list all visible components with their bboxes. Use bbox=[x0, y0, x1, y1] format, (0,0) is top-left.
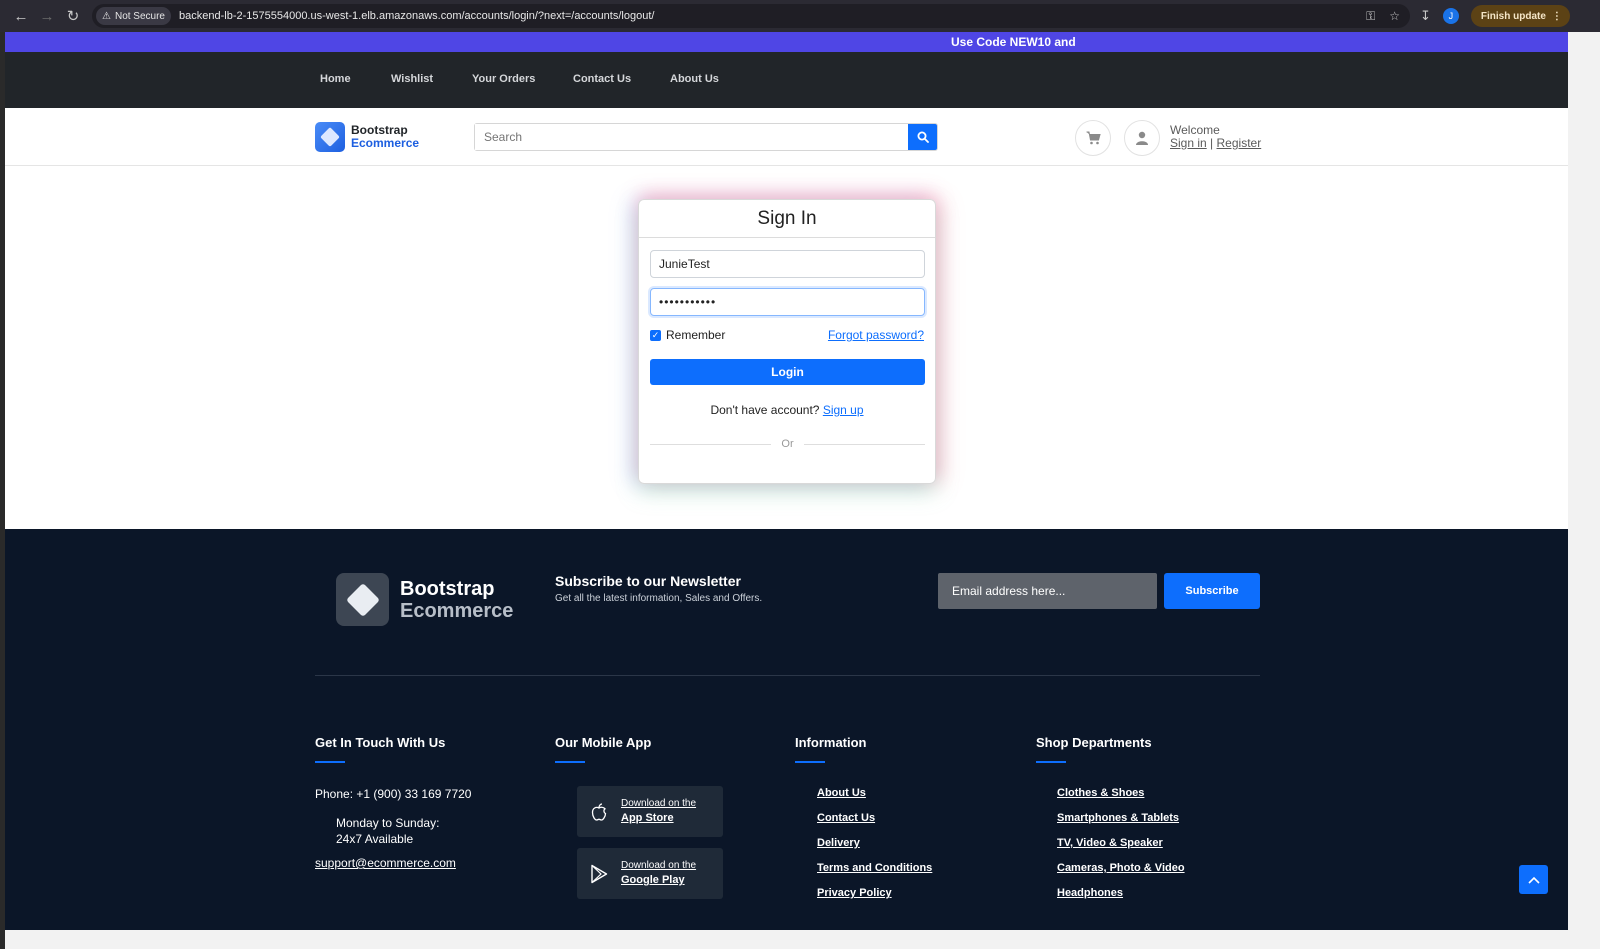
contact-hours: Monday to Sunday: 24x7 Available bbox=[336, 816, 440, 846]
search-button[interactable] bbox=[908, 124, 937, 150]
apple-icon bbox=[577, 802, 621, 821]
search-bar bbox=[474, 123, 938, 151]
department-link-headphones[interactable]: Headphones bbox=[1057, 887, 1123, 899]
forgot-password-link[interactable]: Forgot password? bbox=[828, 328, 924, 342]
subscribe-button[interactable]: Subscribe bbox=[1164, 573, 1260, 609]
google-play-button[interactable]: Download on the Google Play bbox=[577, 848, 723, 899]
password-field[interactable]: ••••••••••• bbox=[650, 288, 925, 316]
promo-text: Use Code NEW10 and g bbox=[951, 35, 1077, 49]
contact-email-link[interactable]: support@ecommerce.com bbox=[315, 856, 456, 870]
or-divider: Or bbox=[650, 438, 926, 450]
footer-link-privacy[interactable]: Privacy Policy bbox=[817, 887, 892, 899]
scroll-to-top-button[interactable] bbox=[1519, 865, 1548, 894]
sign-in-card: Sign In JunieTest ••••••••••• ✓ Remember… bbox=[638, 199, 936, 484]
chevron-up-icon bbox=[1527, 876, 1540, 884]
browser-toolbar: ← → ↻ ⚠ Not Secure backend-lb-2-15755540… bbox=[0, 0, 1600, 32]
more-vert-icon: ⋮ bbox=[1551, 10, 1562, 22]
warning-icon: ⚠ bbox=[102, 10, 111, 22]
department-link-clothes[interactable]: Clothes & Shoes bbox=[1057, 787, 1144, 799]
username-field[interactable]: JunieTest bbox=[650, 250, 925, 278]
site-header: Bootstrap Ecommerce Search Welcome Sign … bbox=[5, 108, 1568, 166]
remember-row: ✓ Remember bbox=[650, 328, 725, 342]
departments-title: Shop Departments bbox=[1036, 735, 1152, 750]
remember-checkbox[interactable]: ✓ bbox=[650, 329, 661, 341]
title-underline bbox=[1036, 761, 1066, 763]
sign-up-link[interactable]: Sign up bbox=[823, 403, 864, 417]
address-bar[interactable]: ⚠ Not Secure backend-lb-2-1575554000.us-… bbox=[92, 4, 1410, 28]
nav-your-orders[interactable]: Your Orders bbox=[472, 73, 535, 85]
nav-about-us[interactable]: About Us bbox=[670, 73, 719, 85]
search-icon bbox=[917, 131, 929, 143]
mobile-app-title: Our Mobile App bbox=[555, 735, 652, 750]
signup-prompt: Don't have account? Sign up bbox=[710, 403, 864, 417]
star-icon[interactable]: ☆ bbox=[1389, 9, 1400, 23]
nav-home[interactable]: Home bbox=[320, 73, 351, 85]
nav-contact-us[interactable]: Contact Us bbox=[573, 73, 631, 85]
sign-in-title: Sign In bbox=[639, 200, 935, 238]
site-logo[interactable]: Bootstrap Ecommerce bbox=[315, 122, 419, 152]
sign-in-link[interactable]: Sign in bbox=[1170, 136, 1207, 150]
nav-wishlist[interactable]: Wishlist bbox=[391, 73, 433, 85]
web-page: Use Code NEW10 and g Home Wishlist Your … bbox=[5, 32, 1568, 930]
newsletter-title: Subscribe to our Newsletter bbox=[555, 573, 741, 589]
finish-update-button[interactable]: Finish update ⋮ bbox=[1470, 5, 1570, 27]
cart-button[interactable] bbox=[1075, 120, 1111, 156]
account-button[interactable] bbox=[1124, 120, 1160, 156]
site-footer: Bootstrap Ecommerce Subscribe to our New… bbox=[5, 529, 1568, 930]
information-title: Information bbox=[795, 735, 867, 750]
key-icon[interactable]: ⚿ bbox=[1366, 9, 1375, 24]
logo-icon bbox=[315, 122, 345, 152]
cart-icon bbox=[1086, 131, 1101, 145]
footer-link-delivery[interactable]: Delivery bbox=[817, 837, 860, 849]
security-indicator[interactable]: ⚠ Not Secure bbox=[96, 7, 171, 25]
footer-link-about-us[interactable]: About Us bbox=[817, 787, 866, 799]
welcome-block: Welcome Sign in | Register bbox=[1170, 124, 1261, 150]
department-link-cameras[interactable]: Cameras, Photo & Video bbox=[1057, 862, 1185, 874]
remember-label: Remember bbox=[666, 328, 726, 342]
play-icon bbox=[577, 864, 621, 884]
department-link-tv[interactable]: TV, Video & Speaker bbox=[1057, 837, 1163, 849]
forward-icon[interactable]: → bbox=[34, 3, 60, 29]
contact-phone: Phone: +1 (900) 33 169 7720 bbox=[315, 787, 472, 801]
contact-title: Get In Touch With Us bbox=[315, 735, 446, 750]
download-icon[interactable]: ↧ bbox=[1420, 8, 1431, 24]
newsletter-subtitle: Get all the latest information, Sales an… bbox=[555, 593, 763, 604]
promo-bar: Use Code NEW10 and g bbox=[5, 32, 1568, 52]
url-text[interactable]: backend-lb-2-1575554000.us-west-1.elb.am… bbox=[179, 10, 654, 22]
department-link-smartphones[interactable]: Smartphones & Tablets bbox=[1057, 812, 1179, 824]
login-button[interactable]: Login bbox=[650, 359, 925, 385]
app-store-button[interactable]: Download on the App Store bbox=[577, 786, 723, 837]
newsletter-email-input[interactable]: Email address here... bbox=[938, 573, 1157, 609]
reload-icon[interactable]: ↻ bbox=[60, 3, 86, 29]
title-underline bbox=[315, 761, 345, 763]
back-icon[interactable]: ← bbox=[8, 3, 34, 29]
footer-logo[interactable]: Bootstrap Ecommerce bbox=[336, 573, 513, 626]
search-input[interactable] bbox=[475, 124, 908, 150]
separator: | bbox=[1210, 136, 1214, 150]
profile-avatar[interactable]: J bbox=[1442, 8, 1459, 24]
title-underline bbox=[555, 761, 585, 763]
footer-divider bbox=[315, 675, 1260, 676]
title-underline bbox=[795, 761, 825, 763]
top-navigation: Home Wishlist Your Orders Contact Us Abo… bbox=[5, 52, 1568, 108]
register-link[interactable]: Register bbox=[1217, 136, 1262, 150]
footer-link-terms[interactable]: Terms and Conditions bbox=[817, 862, 932, 874]
user-icon bbox=[1136, 131, 1148, 145]
footer-logo-icon bbox=[336, 573, 389, 626]
footer-link-contact-us[interactable]: Contact Us bbox=[817, 812, 875, 824]
